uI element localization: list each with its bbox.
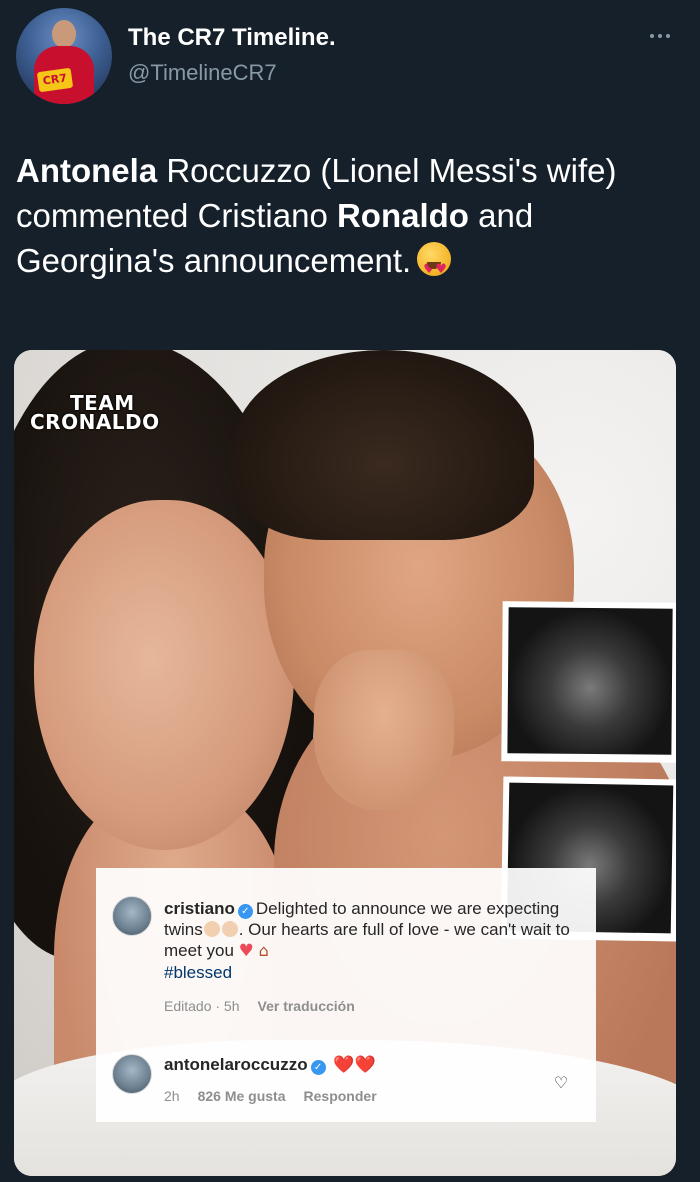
watermark-line-2: CRONALDO: [30, 410, 160, 434]
ig-hashtag: #blessed: [164, 963, 233, 982]
bold-name-antonela: Antonela: [16, 152, 158, 189]
photo-face-left: [34, 500, 294, 850]
tweet-header: CR7 The CR7 Timeline. @TimelineCR7: [16, 8, 686, 108]
verified-badge-icon: ✓: [310, 1060, 326, 1075]
ig-edited-label: Editado · 5h: [164, 998, 240, 1014]
red-heart-emoji-icon: ♥: [238, 941, 254, 961]
ig-comment-body: cristiano ✓ Delighted to announce we are e…: [164, 898, 574, 983]
ig-reply-button: Responder: [303, 1088, 377, 1104]
bold-name-ronaldo: Ronaldo: [336, 197, 469, 234]
avatar[interactable]: CR7: [16, 8, 112, 104]
baby-emoji-icon: [203, 921, 220, 937]
ig-username: cristiano: [164, 899, 235, 918]
photo-hand: [314, 650, 454, 810]
avatar-head: [52, 20, 76, 48]
ig-comment-meta: Editado · 5h Ver traducción: [164, 998, 373, 1014]
ig-comment-antonela: antonelaroccuzzo ✓ ❤️❤️ 2h 826 Me gusta Res…: [96, 1040, 596, 1120]
ig-username: antonelaroccuzzo: [164, 1055, 308, 1074]
antonela-avatar: [112, 1054, 152, 1094]
ig-translate-link: Ver traducción: [257, 998, 355, 1014]
ig-reply-hearts: ❤️❤️: [333, 1055, 376, 1075]
ultrasound-image-1: [501, 601, 676, 763]
house-emoji-icon: ⌂: [258, 941, 269, 960]
cristiano-avatar: [112, 896, 152, 936]
ig-reply-likes: 826 Me gusta: [197, 1088, 286, 1104]
tweet-text: Antonela Roccuzzo (Lionel Messi's wife) …: [16, 148, 676, 292]
heart-eyes-emoji-icon: [417, 242, 452, 292]
ig-comment-cristiano: cristiano ✓ Delighted to announce we are e…: [96, 868, 596, 1028]
baby-emoji-icon: [221, 921, 238, 937]
heart-outline-icon: ♡: [553, 1073, 569, 1092]
ig-reply-meta: 2h 826 Me gusta Responder: [164, 1088, 395, 1104]
ig-reply-time: 2h: [164, 1088, 180, 1104]
instagram-comments-screenshot: cristiano ✓ Delighted to announce we are e…: [96, 868, 596, 1122]
photo-hair-right: [234, 350, 534, 540]
verified-badge-icon: ✓: [237, 904, 253, 919]
team-cronaldo-watermark: TEAM CRONALDO: [30, 393, 160, 434]
more-options-icon[interactable]: [640, 22, 680, 50]
display-name[interactable]: The CR7 Timeline.: [128, 24, 336, 52]
tweet-media-image[interactable]: TEAM CRONALDO cristiano ✓ Delighted to ann…: [14, 350, 676, 1176]
ig-reply-body: antonelaroccuzzo ✓ ❤️❤️: [164, 1054, 544, 1076]
user-handle[interactable]: @TimelineCR7: [128, 60, 277, 86]
